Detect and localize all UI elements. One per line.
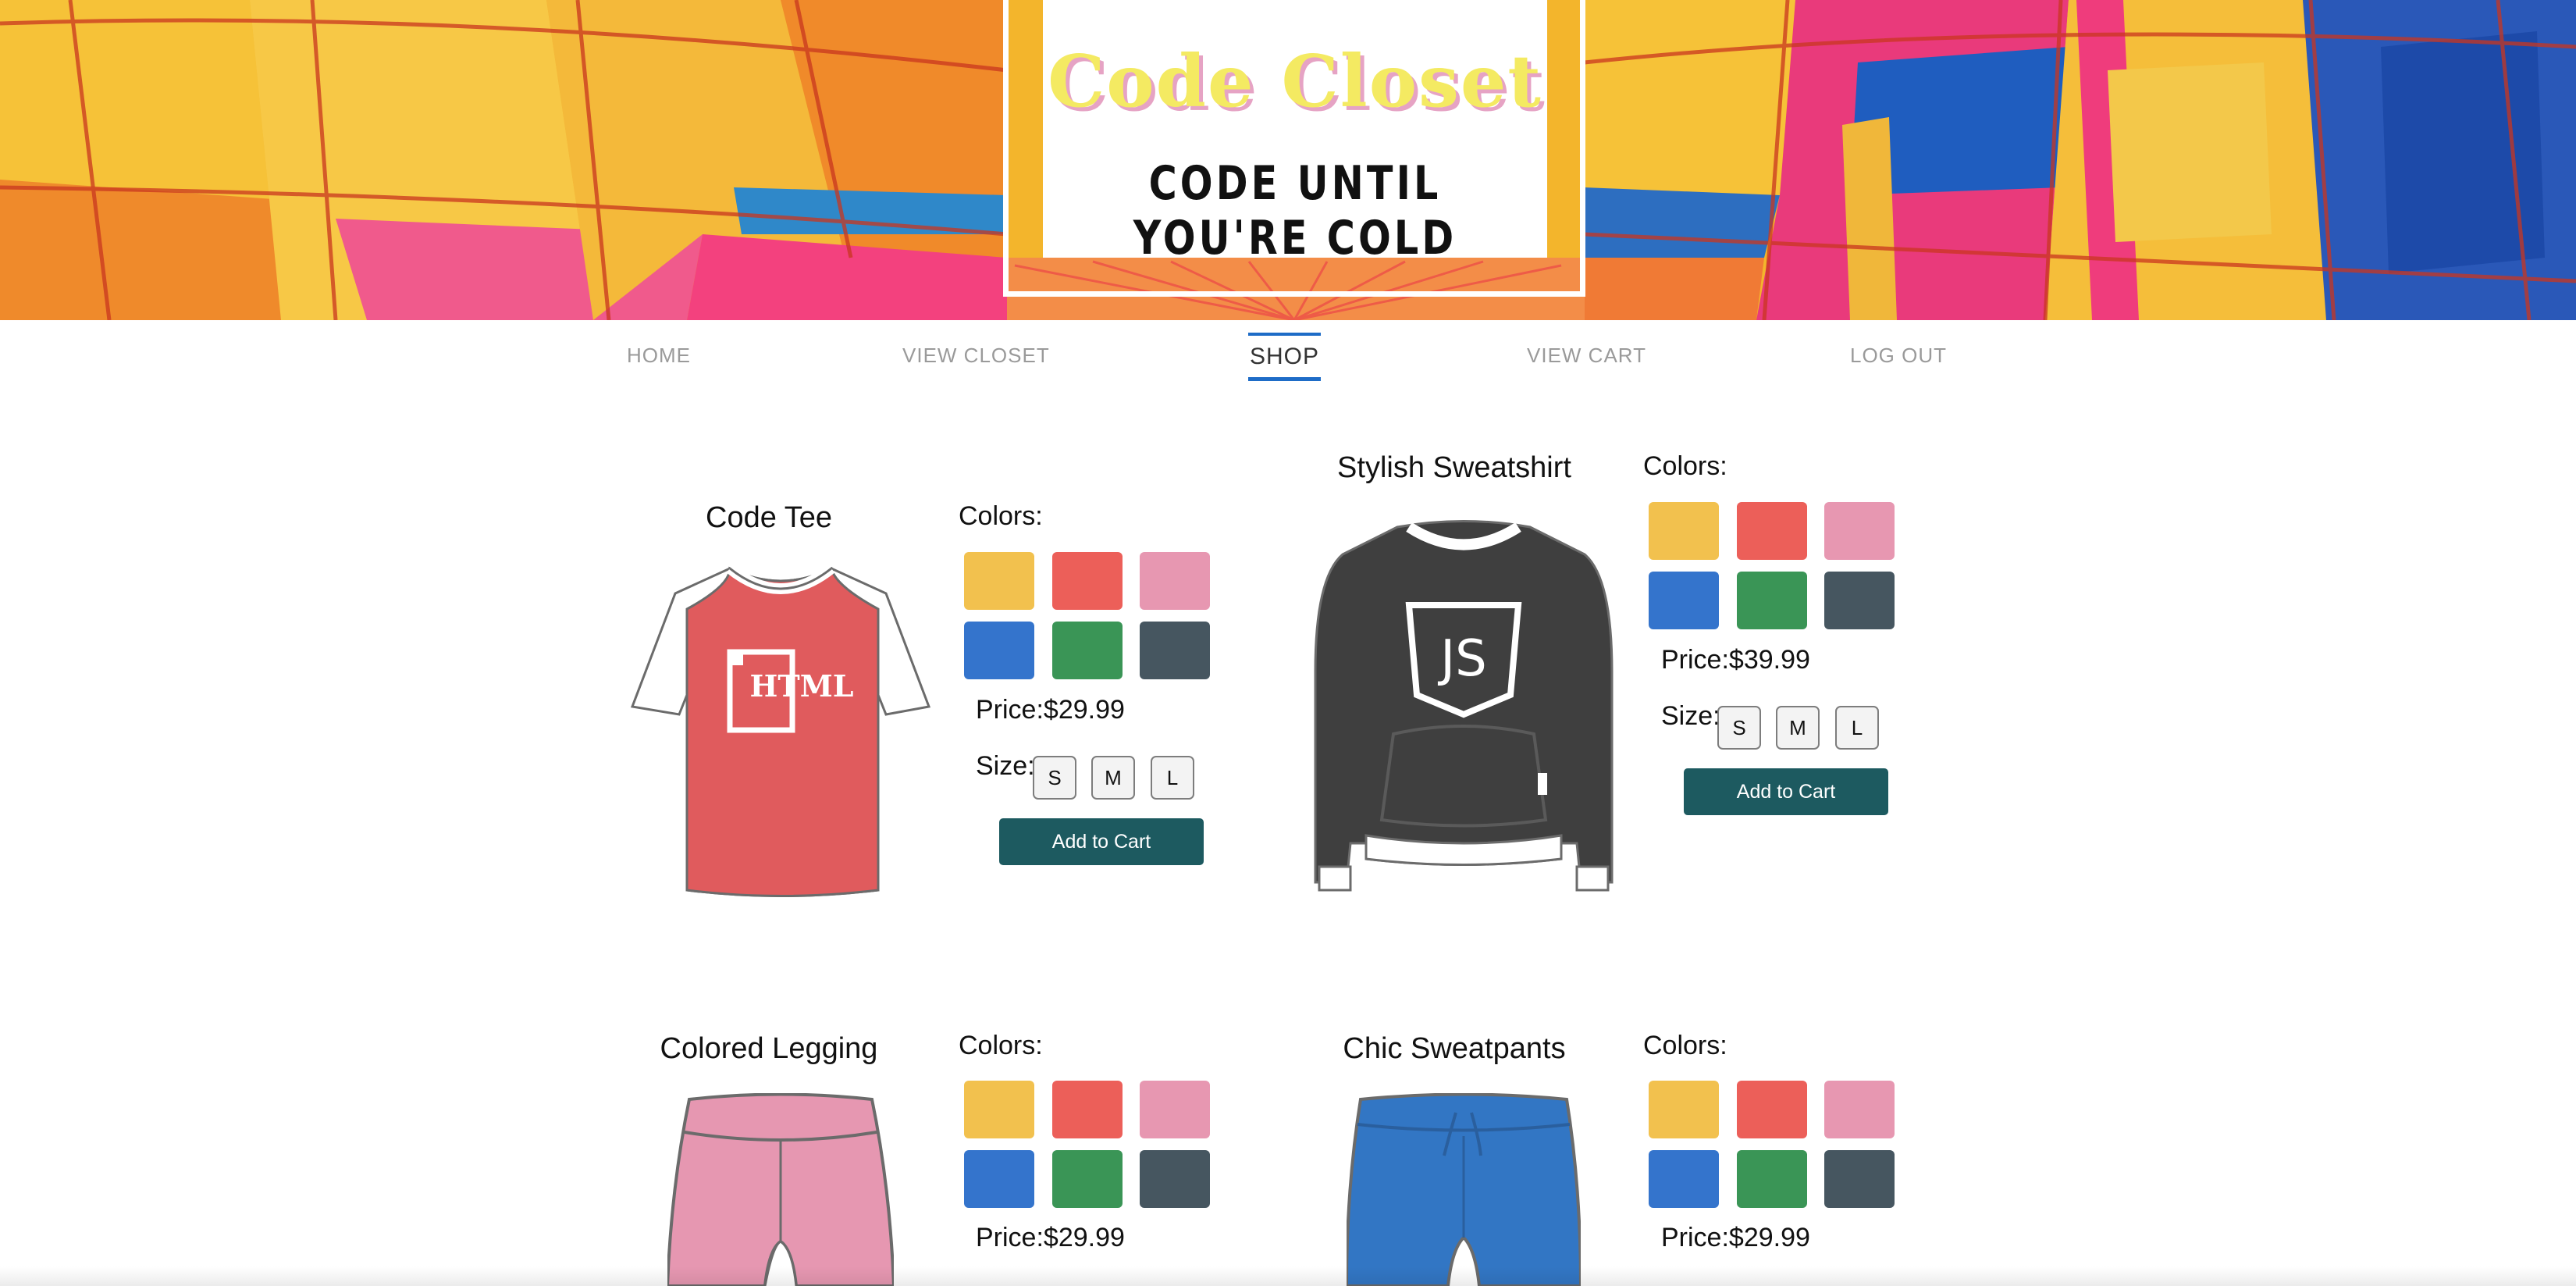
swatch-green[interactable] [1737,1150,1807,1208]
swatch-blue[interactable] [1649,1150,1719,1208]
nav-log-out[interactable]: LOG OUT [1850,344,1947,368]
swatch-pink[interactable] [1140,1081,1210,1138]
swatch-red[interactable] [1737,1081,1807,1138]
swatch-blue[interactable] [964,622,1034,679]
page-bottom-shadow [0,1266,2576,1286]
swatch-green[interactable] [1052,622,1123,679]
swatch-yellow[interactable] [1649,1081,1719,1138]
colors-label: Colors: [1643,1031,1727,1060]
main-nav: HOME VIEW CLOSET SHOP VIEW CART LOG OUT [0,320,2576,398]
site-logo-title[interactable]: Code Closet [1043,39,1547,123]
blue-sweatpants-icon[interactable] [1347,1093,1581,1286]
swatch-green[interactable] [1737,572,1807,629]
js-sweatshirt-icon[interactable]: JS [1311,515,1616,898]
swatch-yellow[interactable] [964,552,1034,610]
size-m-button[interactable]: M [1091,756,1135,800]
add-to-cart-button[interactable]: Add to Cart [999,818,1204,865]
product-name: Code Tee [706,501,832,534]
swatch-red[interactable] [1737,502,1807,560]
swatch-yellow[interactable] [964,1081,1034,1138]
swatch-green[interactable] [1052,1150,1123,1208]
pink-legging-icon[interactable] [667,1093,894,1286]
size-label: Size: [976,751,1035,781]
product-name: Chic Sweatpants [1343,1032,1566,1065]
add-to-cart-button[interactable]: Add to Cart [1684,768,1888,815]
swatch-red[interactable] [1052,552,1123,610]
site-tagline: CODE UNTIL YOU'RE COLD [1133,156,1457,265]
size-m-button[interactable]: M [1776,706,1820,750]
swatch-yellow[interactable] [1649,502,1719,560]
swatch-pink[interactable] [1824,502,1895,560]
price-label: Price:$29.99 [1661,1223,1810,1252]
price-label: Price:$29.99 [976,695,1125,725]
nav-view-closet[interactable]: VIEW CLOSET [902,344,1050,368]
sweatshirt-print-text: JS [1437,630,1487,688]
logo-box: Code Closet CODE UNTIL YOU'RE COLD [1043,0,1547,265]
swatch-pink[interactable] [1824,1081,1895,1138]
swatch-pink[interactable] [1140,552,1210,610]
swatch-slate[interactable] [1824,572,1895,629]
colors-label: Colors: [1643,451,1727,481]
swatch-slate[interactable] [1140,622,1210,679]
swatch-blue[interactable] [964,1150,1034,1208]
price-label: Price:$29.99 [976,1223,1125,1252]
swatch-slate[interactable] [1140,1150,1210,1208]
swatch-red[interactable] [1052,1081,1123,1138]
size-l-button[interactable]: L [1151,756,1194,800]
colors-label: Colors: [959,501,1043,531]
html-tshirt-icon[interactable]: HTML [628,562,933,898]
nav-shop[interactable]: SHOP [1247,333,1322,381]
swatch-blue[interactable] [1649,572,1719,629]
colors-label: Colors: [959,1031,1043,1060]
product-name: Stylish Sweatshirt [1337,451,1571,484]
nav-view-cart[interactable]: VIEW CART [1527,344,1646,368]
tshirt-print-text: HTML [750,668,854,704]
price-label: Price:$39.99 [1661,645,1810,675]
size-l-button[interactable]: L [1835,706,1879,750]
size-label: Size: [1661,701,1720,731]
swatch-slate[interactable] [1824,1150,1895,1208]
product-name: Colored Legging [660,1032,878,1065]
nav-home[interactable]: HOME [627,344,691,368]
header-banner: Code Closet CODE UNTIL YOU'RE COLD [0,0,2576,320]
size-s-button[interactable]: S [1033,756,1076,800]
size-s-button[interactable]: S [1717,706,1761,750]
